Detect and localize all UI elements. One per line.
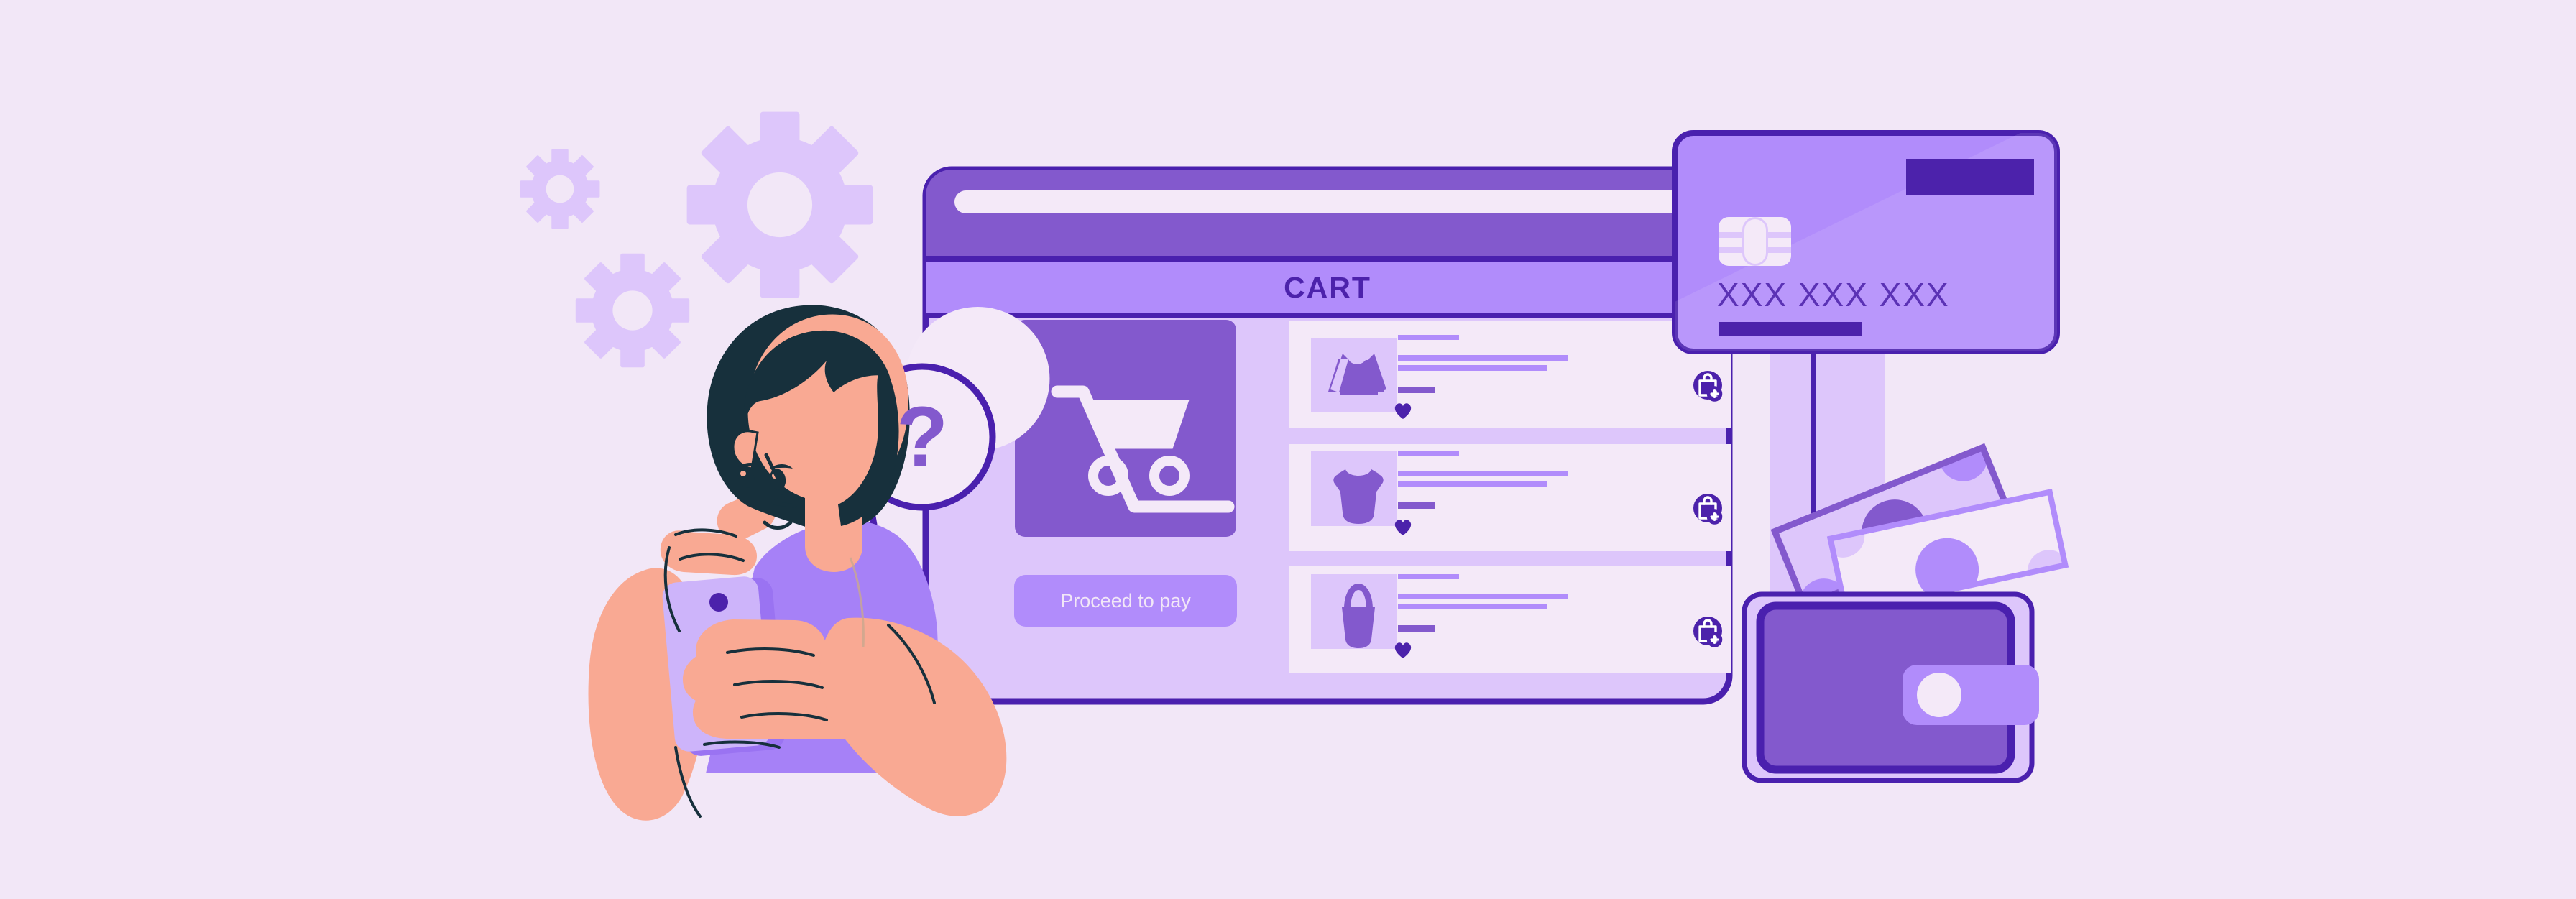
person-with-phone xyxy=(588,305,1050,821)
illustration-scene: CART Proceed to pay XXX XXX XXX ? xyxy=(0,0,2576,899)
arm-right xyxy=(819,617,1007,816)
